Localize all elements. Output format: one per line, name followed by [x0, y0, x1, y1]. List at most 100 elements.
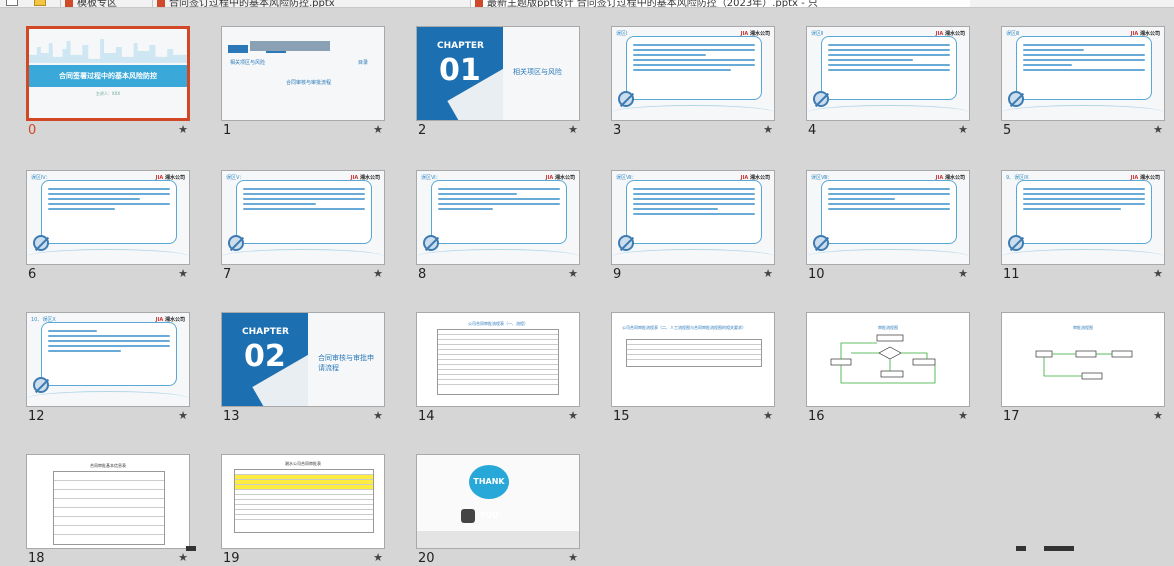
slide-7[interactable]: 误区Ⅴ： JIA 湘水公司 7 ★	[221, 170, 385, 282]
slide-number: 19	[223, 551, 240, 566]
slide-number: 9	[613, 267, 622, 282]
star-icon[interactable]: ★	[178, 123, 188, 136]
slide-number: 20	[418, 551, 435, 566]
star-icon[interactable]: ★	[763, 123, 773, 136]
slide-17[interactable]: 审批流程图 17 ★	[1001, 312, 1165, 424]
slide-13[interactable]: CHAPTER 02 合同审核与审批申请流程 13 ★	[221, 312, 385, 424]
slide-thumbnail[interactable]: 相关项区与风险 合同审核与审批流程 目录	[221, 26, 385, 121]
slide-thumbnail[interactable]: 9、误区Ⅸ JIA 湘水公司	[1001, 170, 1165, 265]
slide-1[interactable]: 相关项区与风险 合同审核与审批流程 目录 1 ★	[221, 26, 385, 138]
no-sign-icon	[33, 377, 49, 393]
star-icon[interactable]: ★	[178, 551, 188, 564]
slide-8[interactable]: 误区Ⅵ： JIA 湘水公司 8 ★	[416, 170, 580, 282]
scroll-marker	[1016, 546, 1026, 551]
star-icon[interactable]: ★	[958, 123, 968, 136]
checkbox-icon[interactable]	[6, 0, 18, 6]
photo-strip	[250, 41, 330, 51]
slide-thumbnail[interactable]: 误区Ⅳ： JIA 湘水公司	[26, 170, 190, 265]
figure-icon	[461, 509, 475, 523]
file-icon	[65, 0, 73, 7]
slide-number: 10	[808, 267, 825, 282]
slide-thumbnail[interactable]: 误区Ⅴ： JIA 湘水公司	[221, 170, 385, 265]
star-icon[interactable]: ★	[568, 123, 578, 136]
flowchart-graphic	[830, 334, 936, 384]
chapter-title: 合同审核与审批申请流程	[318, 354, 374, 372]
tab-presentation-1[interactable]: 合同签订过程中的基本风险防控.pptx	[152, 0, 464, 7]
slide-thumbnail[interactable]: 公司合同审批流程表（二、人工流程图与合同审批流程图的相关要求）	[611, 312, 775, 407]
star-icon[interactable]: ★	[1153, 267, 1163, 280]
star-icon[interactable]: ★	[568, 409, 578, 422]
pptx-icon	[157, 0, 165, 7]
slide-number: 12	[28, 409, 45, 424]
star-icon[interactable]: ★	[958, 409, 968, 422]
slide-10[interactable]: 误区Ⅷ： JIA 湘水公司 10 ★	[806, 170, 970, 282]
slide-number: 4	[808, 123, 817, 138]
star-icon[interactable]: ★	[373, 409, 383, 422]
slide-thumbnail[interactable]: 误区Ⅱ JIA 湘水公司	[806, 26, 970, 121]
content-box	[431, 180, 567, 244]
star-icon[interactable]: ★	[373, 267, 383, 280]
slide-16[interactable]: 审批流程图 16 ★	[806, 312, 970, 424]
slide-thumbnail[interactable]: 湘水公司合同审批表	[221, 454, 385, 549]
slide-thumbnail[interactable]: CHAPTER 01 相关项区与风险	[416, 26, 580, 121]
table-graphic	[53, 471, 165, 545]
slide-thumbnail[interactable]: 误区Ⅵ： JIA 湘水公司	[416, 170, 580, 265]
star-icon[interactable]: ★	[373, 551, 383, 564]
slide-2[interactable]: CHAPTER 01 相关项区与风险 2 ★	[416, 26, 580, 138]
slide-15[interactable]: 公司合同审批流程表（二、人工流程图与合同审批流程图的相关要求） 15 ★	[611, 312, 775, 424]
slide-6[interactable]: 误区Ⅳ： JIA 湘水公司 6 ★	[26, 170, 190, 282]
no-sign-icon	[813, 91, 829, 107]
content-box	[41, 322, 177, 386]
slide-20[interactable]: THANK YOU 20 ★	[416, 454, 580, 566]
slide-4[interactable]: 误区Ⅱ JIA 湘水公司 4 ★	[806, 26, 970, 138]
slide-number: 6	[28, 267, 37, 282]
star-icon[interactable]: ★	[178, 409, 188, 422]
slide-3[interactable]: 误区Ⅰ JIA 湘水公司 3 ★	[611, 26, 775, 138]
star-icon[interactable]: ★	[958, 267, 968, 280]
star-icon[interactable]: ★	[1153, 409, 1163, 422]
star-icon[interactable]: ★	[373, 123, 383, 136]
slide-title: 审批流程图	[878, 325, 898, 330]
content-box	[821, 180, 957, 244]
slide-thumbnail[interactable]: 合同审批基本信息表	[26, 454, 190, 549]
slide-thumbnail[interactable]: CHAPTER 02 合同审核与审批申请流程	[221, 312, 385, 407]
slide-0[interactable]: 合同签署过程中的基本风险防控 主讲人：XXX 0 ★	[26, 26, 190, 138]
star-icon[interactable]: ★	[568, 551, 578, 564]
slide-9[interactable]: 误区Ⅶ： JIA 湘水公司 9 ★	[611, 170, 775, 282]
slide-thumbnail[interactable]: 误区Ⅲ JIA 湘水公司	[1001, 26, 1165, 121]
slide-number: 16	[808, 409, 825, 424]
slide-thumbnail[interactable]: 审批流程图	[1001, 312, 1165, 407]
slide-thumbnail[interactable]: 误区Ⅶ： JIA 湘水公司	[611, 170, 775, 265]
slide-thumbnail[interactable]: 误区Ⅰ JIA 湘水公司	[611, 26, 775, 121]
slide-number: 17	[1003, 409, 1020, 424]
tab-presentation-2[interactable]: 最新主题版ppt设计 合同签订过程中的基本风险防控（2023年）.pptx - …	[470, 0, 970, 7]
slide-19[interactable]: 湘水公司合同审批表 19 ★	[221, 454, 385, 566]
no-sign-icon	[228, 235, 244, 251]
star-icon[interactable]: ★	[763, 267, 773, 280]
slide-thumbnail[interactable]: 误区Ⅷ： JIA 湘水公司	[806, 170, 970, 265]
folder-icon[interactable]	[34, 0, 46, 6]
slide-title: 湘水公司合同审批表	[285, 461, 321, 466]
slide-thumbnail[interactable]: THANK YOU	[416, 454, 580, 549]
slide-thumbnail[interactable]: 审批流程图	[806, 312, 970, 407]
slide-11[interactable]: 9、误区Ⅸ JIA 湘水公司 11 ★	[1001, 170, 1165, 282]
slide-thumbnail[interactable]: 公司合同审批流程表（一、流程）	[416, 312, 580, 407]
table-graphic	[437, 329, 559, 395]
window-tab-bar: 模板专区 合同签订过程中的基本风险防控.pptx 最新主题版ppt设计 合同签订…	[0, 0, 1174, 8]
slide-5[interactable]: 误区Ⅲ JIA 湘水公司 5 ★	[1001, 26, 1165, 138]
slide-thumbnail[interactable]: 10、误区Ⅹ JIA 湘水公司	[26, 312, 190, 407]
slide-subtitle: 主讲人：XXX	[95, 91, 121, 96]
slide-sorter-grid: 合同签署过程中的基本风险防控 主讲人：XXX 0 ★ 相关项区与风险 合同审核与…	[0, 8, 1174, 566]
slide-18[interactable]: 合同审批基本信息表 18 ★	[26, 454, 190, 566]
slide-thumbnail[interactable]: 合同签署过程中的基本风险防控 主讲人：XXX	[26, 26, 190, 121]
content-box	[1016, 180, 1152, 244]
star-icon[interactable]: ★	[178, 267, 188, 280]
tab-template[interactable]: 模板专区	[60, 0, 150, 7]
star-icon[interactable]: ★	[763, 409, 773, 422]
star-icon[interactable]: ★	[1153, 123, 1163, 136]
star-icon[interactable]: ★	[568, 267, 578, 280]
chapter-label: CHAPTER	[437, 41, 484, 51]
slide-title: 公司合同审批流程表（一、流程）	[468, 321, 528, 326]
slide-12[interactable]: 10、误区Ⅹ JIA 湘水公司 12 ★	[26, 312, 190, 424]
slide-14[interactable]: 公司合同审批流程表（一、流程） 14 ★	[416, 312, 580, 424]
